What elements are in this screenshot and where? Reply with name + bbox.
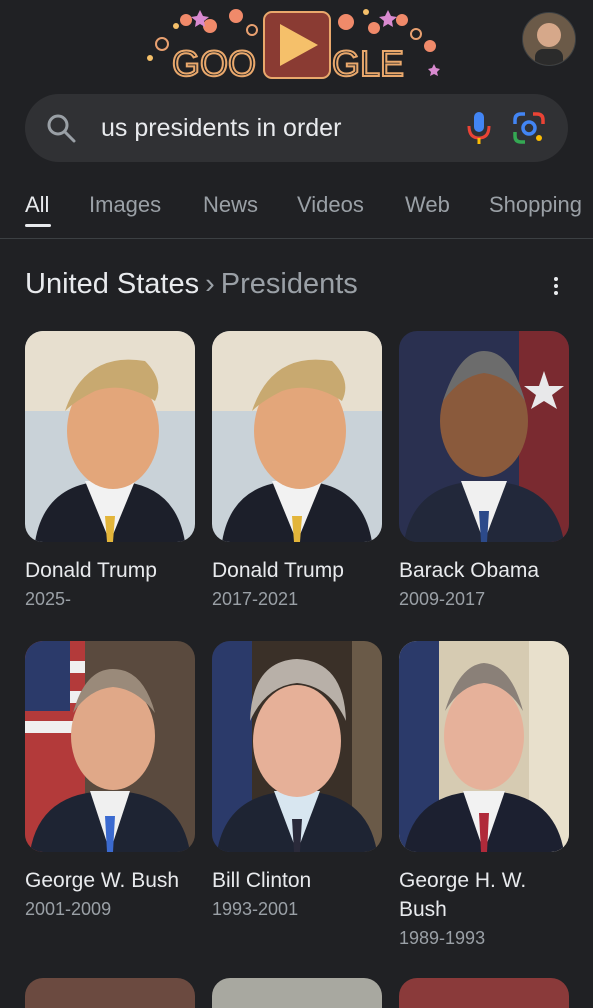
president-photo-partial[interactable] — [399, 978, 569, 1008]
president-card[interactable]: Bill Clinton 1993-2001 — [212, 641, 382, 920]
president-photo — [25, 331, 195, 542]
tab-shopping[interactable]: Shopping — [489, 192, 582, 218]
heading-separator: › — [205, 268, 215, 300]
tab-images[interactable]: Images — [89, 192, 161, 218]
mic-icon[interactable] — [463, 110, 495, 146]
more-vert-icon[interactable] — [548, 274, 564, 300]
account-avatar[interactable] — [522, 12, 576, 66]
president-photo — [399, 331, 569, 542]
president-years: 2009-2017 — [399, 589, 486, 609]
president-years: 2017-2021 — [212, 589, 299, 609]
heading-entity[interactable]: United States — [25, 268, 199, 300]
google-lens-icon[interactable] — [511, 110, 547, 146]
google-doodle[interactable]: GOO GLE — [140, 6, 450, 85]
president-photo-partial[interactable] — [212, 978, 382, 1008]
president-photo-partial[interactable] — [25, 978, 195, 1008]
knowledge-panel-heading: United States › Presidents — [25, 268, 358, 301]
active-tab-indicator — [25, 224, 51, 227]
tab-web[interactable]: Web — [405, 192, 450, 218]
president-card[interactable]: Barack Obama 2009-2017 — [399, 331, 569, 610]
president-name[interactable]: Donald Trump — [25, 556, 195, 585]
president-card[interactable]: George H. W. Bush 1989-1993 — [399, 641, 569, 949]
search-icon[interactable] — [45, 112, 77, 144]
president-years: 1989-1993 — [399, 928, 486, 948]
tab-news[interactable]: News — [203, 192, 258, 218]
tab-all[interactable]: All — [25, 192, 49, 218]
svg-text:GOO: GOO — [172, 43, 256, 84]
president-name[interactable]: Barack Obama — [399, 556, 569, 585]
tab-videos[interactable]: Videos — [297, 192, 364, 218]
president-years: 2001-2009 — [25, 899, 112, 919]
president-card[interactable]: Donald Trump 2025- — [25, 331, 195, 610]
president-photo — [212, 331, 382, 542]
header: GOO GLE — [0, 0, 593, 90]
president-photo — [25, 641, 195, 852]
president-card[interactable]: George W. Bush 2001-2009 — [25, 641, 195, 920]
president-name[interactable]: Donald Trump — [212, 556, 382, 585]
president-name[interactable]: Bill Clinton — [212, 866, 382, 895]
president-name[interactable]: George H. W. Bush — [399, 866, 569, 924]
president-card[interactable]: Donald Trump 2017-2021 — [212, 331, 382, 610]
president-name[interactable]: George W. Bush — [25, 866, 195, 895]
svg-text:GLE: GLE — [332, 43, 404, 84]
search-bar[interactable]: us presidents in order — [25, 94, 568, 162]
search-tabs: All Images News Videos Web Shopping — [0, 184, 593, 239]
heading-topic: Presidents — [220, 268, 358, 300]
president-photo — [399, 641, 569, 852]
president-years: 1993-2001 — [212, 899, 299, 919]
president-years: 2025- — [25, 589, 72, 609]
search-input[interactable]: us presidents in order — [101, 112, 341, 144]
president-photo — [212, 641, 382, 852]
